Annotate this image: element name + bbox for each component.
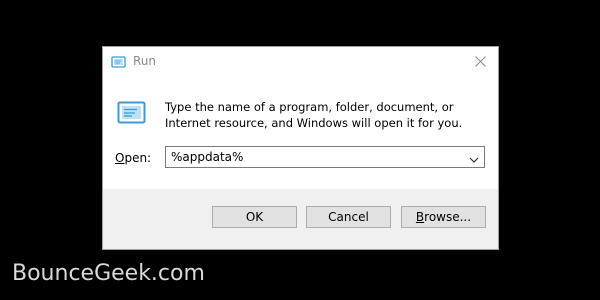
dialog-footer: OK Cancel Browse... — [103, 189, 498, 249]
open-input[interactable]: %appdata% — [171, 150, 243, 164]
title-bar[interactable]: Run — [103, 47, 498, 77]
run-app-icon — [117, 101, 147, 125]
open-combobox[interactable]: %appdata% — [165, 146, 485, 168]
browse-label-rest: rowse... — [424, 210, 472, 224]
watermark: BounceGeek.com — [12, 261, 205, 286]
run-app-icon — [111, 54, 127, 68]
dialog-title: Run — [133, 54, 157, 68]
cancel-button[interactable]: Cancel — [306, 206, 391, 228]
ok-button[interactable]: OK — [212, 206, 297, 228]
dialog-description: Type the name of a program, folder, docu… — [165, 100, 463, 130]
close-button[interactable] — [462, 47, 498, 75]
run-dialog: Run Type the name of a program, folder, … — [102, 46, 499, 250]
chevron-down-icon[interactable] — [468, 151, 480, 163]
open-label-text: pen: — [124, 151, 152, 165]
browse-button[interactable]: Browse... — [401, 206, 486, 228]
screenshot-stage: Run Type the name of a program, folder, … — [0, 0, 600, 300]
open-label: Open: — [115, 151, 151, 165]
browse-accelerator: B — [415, 210, 425, 224]
close-icon — [474, 55, 486, 67]
